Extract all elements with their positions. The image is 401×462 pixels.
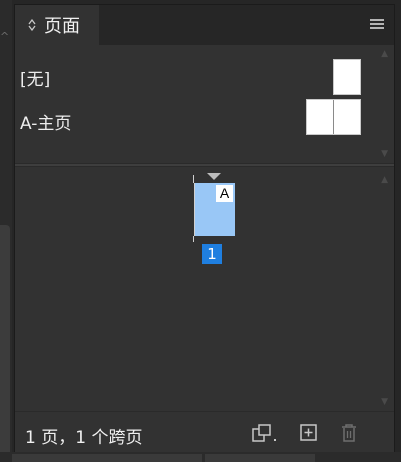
panel-tabbar: 页面	[15, 5, 394, 45]
app-left-edge: ^	[0, 0, 12, 462]
bottom-segment	[12, 454, 202, 462]
edge-chevron-icon: ^	[0, 30, 10, 43]
app-bottom-strip	[0, 452, 401, 462]
trash-icon	[342, 424, 356, 442]
tab-label: 页面	[44, 16, 80, 37]
spread-divider	[333, 100, 334, 134]
delete-page-button[interactable]	[338, 422, 360, 444]
master-thumb-facing[interactable]	[306, 99, 361, 135]
hamburger-menu-icon[interactable]	[370, 19, 384, 29]
page-count-status: 1 页，1 个跨页	[25, 428, 143, 448]
tab-pages[interactable]: 页面	[15, 5, 99, 45]
new-page-icon	[300, 424, 317, 441]
left-scrollbar[interactable]	[0, 225, 10, 462]
page-thumb-1[interactable]: A	[193, 175, 235, 242]
panel-footer: 1 页，1 个跨页	[15, 411, 394, 453]
spine-tick	[193, 236, 194, 242]
up-down-arrows-icon[interactable]	[27, 19, 37, 31]
pages-section: A 1 ▲ ▼	[15, 167, 394, 411]
scroll-up-icon[interactable]: ▲	[381, 49, 388, 59]
page-insert-marker-icon	[207, 173, 221, 180]
edit-page-size-button[interactable]	[251, 422, 276, 444]
spine-tick	[193, 175, 194, 183]
masters-section: [无] A-主页 ▲ ▼	[15, 45, 394, 163]
master-item-a[interactable]: A-主页	[15, 99, 394, 139]
pages-panel: 页面 [无] A-主页 ▲ ▼ A 1 ▲ ▼ 1 页，1 个跨页	[14, 4, 395, 453]
page-number-label[interactable]: 1	[202, 244, 222, 264]
new-page-button[interactable]	[298, 422, 320, 444]
scroll-down-icon[interactable]: ▼	[381, 149, 388, 159]
page-size-icon	[252, 424, 276, 442]
master-prefix: A	[216, 185, 233, 202]
scroll-up-icon[interactable]: ▲	[381, 175, 388, 185]
master-item-none[interactable]: [无]	[15, 55, 394, 95]
master-label: A-主页	[20, 114, 72, 134]
master-label: [无]	[20, 70, 51, 90]
bottom-segment	[205, 454, 315, 462]
master-thumb-single[interactable]	[333, 59, 361, 95]
scroll-down-icon[interactable]: ▼	[381, 397, 388, 407]
